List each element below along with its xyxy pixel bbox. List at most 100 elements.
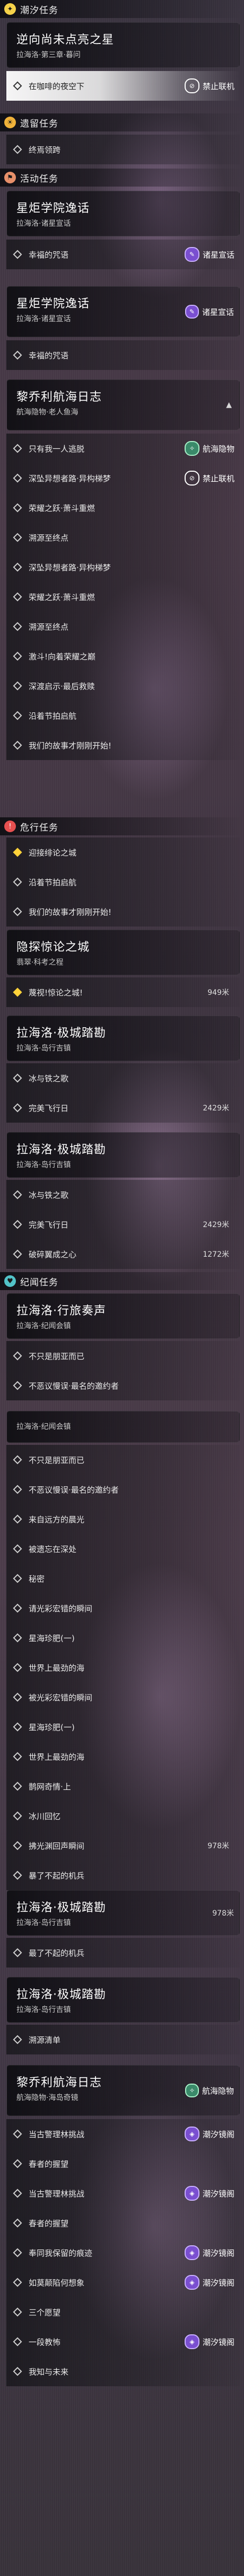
task-row[interactable]: 被遗忘在深处 (6, 1534, 240, 1564)
task-list-scroll[interactable]: ✦ 潮汐任务 逆向尚未点亮之星 拉海洛·第三章·暮问 在咖啡的夜空下 ⊘ 禁止联… (0, 0, 244, 2576)
quest-panel[interactable]: 拉海洛·极城踏勘 拉海洛·岛行吉镇 978米 (6, 1890, 240, 1936)
task-row[interactable]: 世界上最劲的海 (6, 1742, 240, 1771)
section-header-event[interactable]: ⚑ 活动任务 (0, 169, 244, 187)
task-row[interactable]: 拂光渊回声瞬间 978米 (6, 1831, 240, 1860)
quest-panel[interactable]: 拉海洛·纪闻会镇 (6, 1411, 240, 1443)
task-row[interactable]: 秘密 (6, 1564, 240, 1593)
task-row[interactable]: 完美飞行日 2429米 (6, 1210, 240, 1239)
task-row[interactable]: 只有我一人逃脱 ✧ 航海隐物 (6, 434, 240, 463)
task-row[interactable]: 来自远方的晨光 (6, 1504, 240, 1534)
quest-panel[interactable]: 逆向尚未点亮之星 拉海洛·第三章·暮问 (6, 22, 240, 68)
task-row[interactable]: 终焉领跨 (6, 135, 240, 164)
chevron-up-icon[interactable]: ▲ (226, 401, 232, 409)
task-row[interactable]: 沿着节拍启航 (6, 867, 240, 897)
task-row[interactable]: 我们的故事才刚刚开始! (6, 897, 240, 927)
task-label: 来自远方的晨光 (29, 1514, 85, 1524)
task-row[interactable]: 不只是朋亚而已 (6, 1341, 240, 1371)
task-row[interactable]: 当古警理林挑战 ◈ 潮汐镜阁 (6, 2178, 240, 2208)
quest-group: 黎乔利航海日志 航海隐物·海岛奇镜 ✧ 航海隐物 当古警理林挑战 ◈ 潮汐镜阁 … (0, 2065, 244, 2386)
quest-panel[interactable]: 黎乔利航海日志 航海隐物·老人鱼海 ▲ (6, 380, 240, 430)
task-row[interactable]: 深坠异想者路·异构梯梦 ⊘ 禁止联机 (6, 463, 240, 493)
task-row[interactable]: 如莫颠陷何想象 ◈ 潮汐镜阁 (6, 2268, 240, 2297)
task-label: 世界上最劲的海 (29, 1663, 85, 1673)
task-row[interactable]: 沿着节拍启航 (6, 701, 240, 730)
quest-panel[interactable]: 拉海洛·极城踏勘 拉海洛·岛行吉镇 (6, 1016, 240, 1061)
task-row[interactable]: 星海珍肥(一) (6, 1623, 240, 1653)
section-header-companion[interactable]: ♥ 纪闻任务 (0, 1272, 244, 1290)
compass-icon: ✧ (184, 441, 199, 456)
task-row[interactable]: 荣耀之跃·萧斗重燃 (6, 582, 240, 612)
task-label: 蔑视!惊论之城! (29, 987, 83, 998)
task-row[interactable]: 破碎翼成之心 1272米 (6, 1239, 240, 1269)
quest-panel[interactable]: 黎乔利航海日志 航海隐物·海岛奇镜 ✧ 航海隐物 (6, 2065, 240, 2116)
task-row[interactable]: 不恶议慢误·最名的邀约者 (6, 1371, 240, 1400)
task-row[interactable]: 荣耀之跃·萧斗重燃 (6, 493, 240, 523)
task-row[interactable]: 三个愿望 (6, 2297, 240, 2327)
task-row[interactable]: 冰与铁之歌 (6, 1063, 240, 1093)
task-row[interactable]: 最了不起的机兵 (6, 1938, 240, 1968)
diamond-icon (13, 2337, 22, 2346)
diamond-icon (13, 250, 22, 259)
task-row[interactable]: 春者的握望 (6, 2149, 240, 2178)
diamond-icon (13, 473, 22, 483)
diamond-icon (13, 1633, 22, 1643)
quest-panel[interactable]: 拉海洛·行旅奏声 拉海洛·纪闻会镇 (6, 1293, 240, 1339)
task-row[interactable]: 溯源清单 (6, 2025, 240, 2054)
task-row[interactable]: 冰与铁之歌 (6, 1180, 240, 1210)
status-badge: ✧ 航海隐物 (185, 2084, 234, 2097)
section-header-danger[interactable]: ! 危行任务 (0, 817, 244, 835)
task-label: 不恶议慢误·最名的邀约者 (29, 1381, 119, 1391)
quest-panel[interactable]: 星炬学院逸话 拉海洛·诸星宣话 ✎ 诸星宣话 (6, 286, 240, 337)
diamond-icon (13, 2129, 22, 2139)
task-label: 我们的故事才刚刚开始! (29, 907, 112, 917)
status-badge: ✧ 航海隐物 (184, 441, 234, 456)
task-row[interactable]: 一段教怖 ◈ 潮汐镜阁 (6, 2327, 240, 2357)
task-label: 星海珍肥(一) (29, 1722, 75, 1732)
task-label: 被光彩宏错的瞬间 (29, 1692, 93, 1702)
task-row[interactable]: 幸福的咒语 ✎ 诸星宣话 (6, 240, 240, 269)
task-row[interactable]: 深坠异想者路·异构梯梦 (6, 552, 240, 582)
task-row[interactable]: 不恶议慢误·最名的邀约者 (6, 1475, 240, 1504)
diamond-icon (13, 2367, 22, 2376)
task-row[interactable]: 我们的故事才刚刚开始! (6, 730, 240, 760)
task-row[interactable]: 暴了不起的机兵 (6, 1860, 240, 1890)
diamond-icon (13, 2278, 22, 2287)
quest-panel[interactable]: 星炬学院逸话 拉海洛·诸星宣话 (6, 191, 240, 236)
task-label: 三个愿望 (29, 2307, 61, 2317)
task-row[interactable]: 奉同我保留的痕迹 ◈ 潮汐镜阁 (6, 2238, 240, 2268)
task-row-selected[interactable]: 在咖啡的夜空下 ⊘ 禁止联机 (6, 71, 240, 101)
task-row[interactable]: 溯源至终点 (6, 523, 240, 552)
task-row[interactable]: 溯源至终点 (6, 612, 240, 641)
diamond-icon (13, 503, 22, 513)
task-row[interactable]: 当古警理林挑战 ◈ 潮汐镜阁 (6, 2119, 240, 2149)
task-label: 迎接绯论之城 (29, 848, 77, 858)
task-row[interactable]: 被光彩宏错的瞬间 (6, 1682, 240, 1712)
task-row[interactable]: 春者的握望 (6, 2208, 240, 2238)
star-icon: ✦ (4, 3, 16, 15)
section-header-trial[interactable]: ✦ 潮汐任务 (0, 0, 244, 18)
task-row[interactable]: 深渡启示·最后救赎 (6, 671, 240, 701)
task-row[interactable]: 冰川回忆 (6, 1801, 240, 1831)
status-badge: ⊘ 禁止联机 (184, 78, 234, 93)
task-row[interactable]: 世界上最劲的海 (6, 1653, 240, 1682)
task-row[interactable]: 星海珍肥(一) (6, 1712, 240, 1742)
task-label: 不只是朋亚而已 (29, 1351, 85, 1361)
task-row[interactable]: 幸福的咒语 (6, 340, 240, 370)
task-row[interactable]: 我知与未来 (6, 2357, 240, 2386)
diamond-icon (13, 1073, 22, 1083)
quest-panel[interactable]: 拉海洛·极城踏勘 拉海洛·岛行吉镇 (6, 1977, 240, 2023)
task-row[interactable]: 请光彩宏错的瞬间 (6, 1593, 240, 1623)
task-row[interactable]: 激斗!向着荣耀之巅 (6, 641, 240, 671)
compass-icon: ✧ (185, 2084, 199, 2097)
quest-title: 拉海洛·行旅奏声 (16, 1304, 106, 1318)
task-row[interactable]: 蔑视!惊论之城! 949米 (6, 977, 240, 1007)
quest-panel[interactable]: 拉海洛·极城踏勘 拉海洛·岛行吉镇 (6, 1132, 240, 1178)
diamond-icon (13, 1574, 22, 1583)
section-header-daily[interactable]: ☀ 遗留任务 (0, 113, 244, 131)
task-row[interactable]: 完美飞行日 2429米 (6, 1093, 240, 1123)
task-row[interactable]: 鹊网奇情·上 (6, 1771, 240, 1801)
task-row[interactable]: 不只是朋亚而已 (6, 1445, 240, 1475)
badge-label: 禁止联机 (202, 473, 234, 483)
quest-panel[interactable]: 隐探惊论之城 翡翠·科考之程 (6, 930, 240, 975)
task-row[interactable]: 迎接绯论之城 (6, 837, 240, 867)
